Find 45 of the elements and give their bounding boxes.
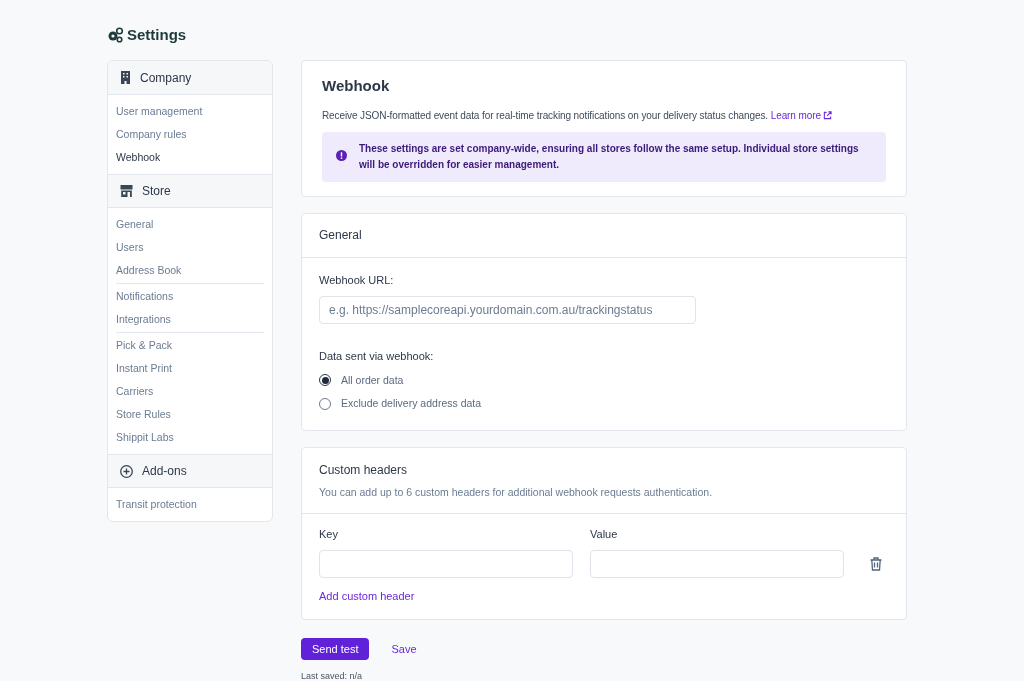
plus-circle-icon xyxy=(120,464,133,478)
sidebar-item[interactable]: Integrations xyxy=(116,308,264,331)
section-title: Custom headers xyxy=(319,462,409,479)
sidebar-item[interactable]: Store Rules xyxy=(116,403,264,426)
sidebar-item[interactable]: Notifications xyxy=(116,285,264,308)
save-button[interactable]: Save xyxy=(391,641,417,658)
sidebar-item[interactable]: Webhook xyxy=(116,146,264,169)
sidebar-item[interactable]: Address Book xyxy=(116,259,264,282)
sidebar-item[interactable]: User management xyxy=(116,100,264,123)
add-custom-header-link[interactable]: Add custom header xyxy=(319,588,415,605)
send-test-button[interactable]: Send test xyxy=(301,638,370,661)
section-title: General xyxy=(302,213,906,258)
sidebar-item[interactable]: Instant Print xyxy=(116,357,264,380)
notice-text: These settings are set company-wide, ensuring all stores follow the same setup. Individual store settings will be overridden for easier management. xyxy=(359,141,860,172)
field-label: Data sent via webhook: xyxy=(319,349,435,364)
gears-icon xyxy=(107,27,123,43)
sidebar-item[interactable]: Company rules xyxy=(116,123,264,146)
external-link-icon xyxy=(822,111,832,120)
last-saved-text: Last saved: n/a xyxy=(301,670,364,681)
webhook-url-field[interactable]: e.g. https://samplecoreapi.yourdomain.com.au/trackingstatus xyxy=(319,296,696,324)
field-label: Key xyxy=(319,526,339,542)
store-icon xyxy=(120,185,133,197)
sidebar-item[interactable]: Carriers xyxy=(116,380,264,403)
sidebar-item[interactable]: Users xyxy=(116,236,264,259)
sidebar-section-title: Company xyxy=(140,69,192,87)
section-description: You can add up to 6 custom headers for additional webhook requests authentication. xyxy=(319,485,714,500)
learn-more-link[interactable]: Learn more xyxy=(770,107,832,124)
sidebar-item[interactable]: Pick & Pack xyxy=(116,334,264,357)
key-field[interactable] xyxy=(319,550,573,579)
value-field[interactable] xyxy=(590,550,844,579)
field-label: Webhook URL: xyxy=(319,272,395,288)
page-title: Settings xyxy=(127,24,187,45)
radio-label: All order data xyxy=(341,372,404,388)
description: Receive JSON-formatted event data for real-time tracking notifications on your delivery status changes. Learn more xyxy=(322,107,886,124)
exclamation-icon xyxy=(336,149,347,161)
sidebar-item[interactable]: General xyxy=(116,213,264,236)
sidebar-section-title: Store xyxy=(142,183,171,200)
sidebar-item[interactable]: Transit protection xyxy=(116,493,264,516)
radio-label: Exclude delivery address data xyxy=(341,396,482,412)
field-label: Value xyxy=(590,526,619,542)
building-icon xyxy=(120,71,131,84)
sidebar-item[interactable]: Shippit Labs xyxy=(116,426,264,449)
sidebar-section-title: Add-ons xyxy=(142,463,187,480)
card-title: Webhook xyxy=(322,76,391,96)
trash-icon[interactable] xyxy=(870,557,882,572)
